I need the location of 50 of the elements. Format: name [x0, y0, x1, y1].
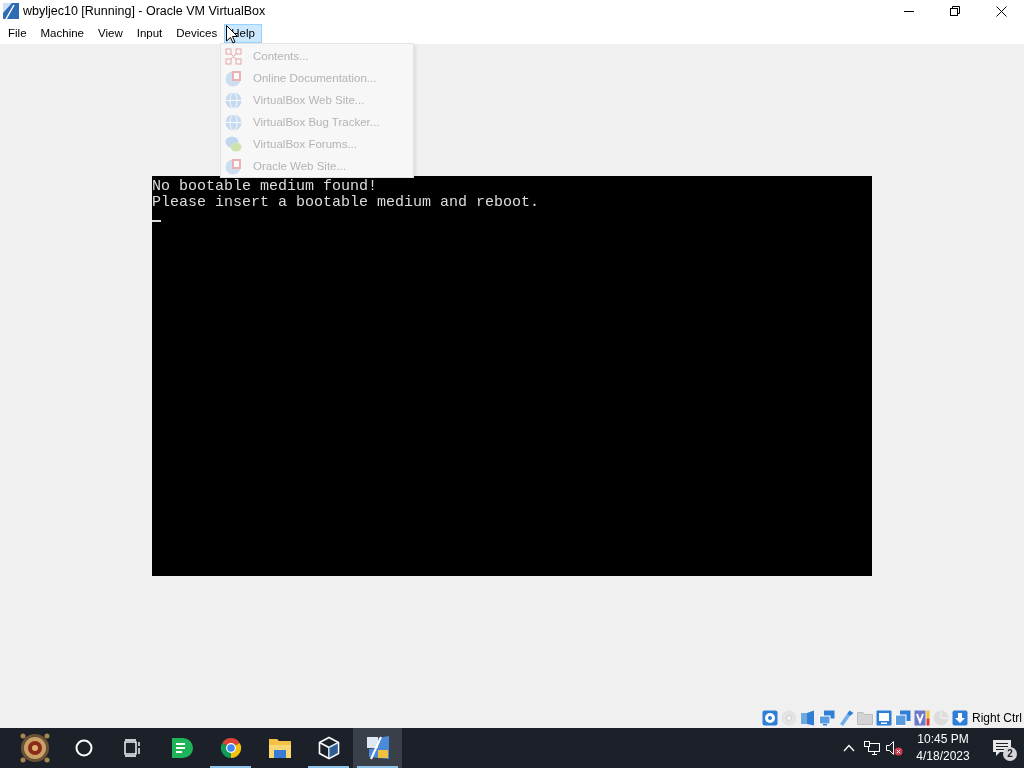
- stacked-squares-icon[interactable]: [895, 710, 911, 726]
- menu-entry-label: VirtualBox Web Site...: [253, 94, 365, 106]
- usb-stick-icon[interactable]: [838, 710, 854, 726]
- globe-icon: [225, 113, 242, 131]
- text-cursor-icon: [152, 220, 161, 222]
- task-view-icon: [123, 739, 142, 757]
- globe-icon: [225, 91, 242, 109]
- speaker-muted-icon: [886, 740, 903, 756]
- menu-entry-label: Online Documentation...: [253, 72, 377, 84]
- globe-document-icon: [225, 157, 242, 175]
- clock-date: 4/18/2023: [916, 748, 970, 765]
- menu-item[interactable]: Devices: [169, 23, 225, 43]
- chevron-up-icon: [842, 744, 855, 752]
- menu-entry-label: Contents...: [253, 50, 309, 62]
- contents-icon: [225, 47, 242, 65]
- hard-disk-icon[interactable]: [762, 710, 778, 726]
- menu-entry-label: VirtualBox Forums...: [253, 138, 357, 150]
- menu-entry-label: Oracle Web Site...: [253, 160, 347, 172]
- window-title: wbyljec10 [Running] - Oracle VM VirtualBox: [23, 4, 266, 18]
- close-icon: [995, 5, 1007, 17]
- rounded-lines-icon: [169, 736, 194, 760]
- speech-bubbles-icon: [225, 135, 242, 153]
- tilted-window-icon: [364, 735, 391, 761]
- menu-item[interactable]: File: [1, 23, 34, 43]
- clock[interactable]: 10:45 PM 4/18/2023: [906, 728, 980, 768]
- notification-count: 2: [1003, 747, 1017, 761]
- notifications-button[interactable]: 2: [980, 728, 1024, 768]
- display-icon[interactable]: [876, 710, 892, 726]
- cpu-indicator-icon[interactable]: [914, 710, 930, 726]
- clock-time: 10:45 PM: [917, 731, 969, 748]
- host-key-label: Right Ctrl: [972, 711, 1022, 725]
- network-icon[interactable]: [819, 710, 835, 726]
- menu-item[interactable]: Machine: [33, 23, 91, 43]
- menu-item[interactable]: View: [91, 23, 130, 43]
- down-arrow-icon[interactable]: [952, 710, 968, 726]
- network-icon: [863, 740, 880, 756]
- globe-document-icon: [225, 69, 242, 87]
- round-emblem-icon: [19, 733, 50, 763]
- browser-icon: [218, 736, 243, 760]
- taskbar-app-button[interactable]: [353, 728, 402, 768]
- speaker-icon[interactable]: [800, 710, 816, 726]
- console-text: Please insert a bootable medium and reboot.: [152, 195, 541, 211]
- menu-item[interactable]: Input: [129, 23, 170, 43]
- restore-icon: [950, 6, 960, 16]
- app-icon: [3, 3, 19, 19]
- search-circle-icon: [74, 739, 93, 757]
- console-text: No bootable medium found!: [152, 179, 379, 195]
- folder-icon: [267, 737, 292, 759]
- cube-icon: [316, 736, 341, 760]
- menu-entry-label: VirtualBox Bug Tracker...: [253, 116, 380, 128]
